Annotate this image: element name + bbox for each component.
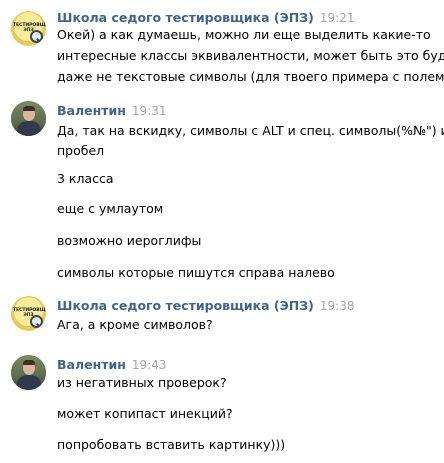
message-time[interactable]: 19:31 [132,104,167,118]
author-name-text[interactable]: Школа седого тестировщика (ЭПЗ) [57,10,314,25]
school-avatar[interactable]: ТЕСТИРОВЩИКА ЭПЗ [11,296,46,331]
school-avatar[interactable]: ТЕСТИРОВЩИКА ЭПЗ [11,11,46,46]
author-name-text[interactable]: Валентин [57,357,126,372]
message-text-line: пробел [57,143,105,158]
avatar-body [17,121,41,136]
author-name[interactable]: Школа седого тестировщика (ЭПЗ) 19:38 [57,298,354,313]
message-text-line: интересные классы эквивалентности, может… [57,48,444,63]
message-text-line: Ага, а кроме символов? [57,317,213,332]
message-text-line: из негативных проверок? [57,375,227,390]
author-name-text[interactable]: Школа седого тестировщика (ЭПЗ) [57,298,314,313]
message-text-line: 3 класса [57,171,114,186]
avatar-hair [23,106,35,111]
message-time[interactable]: 19:38 [320,299,355,313]
user-avatar[interactable] [11,101,46,136]
message-text-line: Окей) а как думаешь, можно ли еще выдели… [57,27,431,42]
author-name[interactable]: Валентин 19:43 [57,357,166,372]
message-text-line: еще с умлаутом [57,201,164,216]
message-text-line: может копипаст инекций? [57,406,233,421]
message-text-line: даже не текстовые символы (для твоего пр… [57,69,444,84]
message-text-line: возможно иероглифы [57,233,202,248]
message-text-line: попробовать вставить картинку))) [57,437,286,452]
author-name[interactable]: Валентин 19:31 [57,103,166,118]
author-name-text[interactable]: Валентин [57,103,126,118]
message-time[interactable]: 19:21 [320,11,355,25]
avatar-hair [23,360,35,365]
author-name[interactable]: Школа седого тестировщика (ЭПЗ) 19:21 [57,10,354,25]
avatar-body [17,375,41,390]
message-text-line: Да, так на вскидку, символы с ALT и спец… [57,123,444,138]
user-avatar[interactable] [11,355,46,390]
message-text-line: символы которые пишутся справа налево [57,265,335,280]
message-time[interactable]: 19:43 [132,358,167,372]
